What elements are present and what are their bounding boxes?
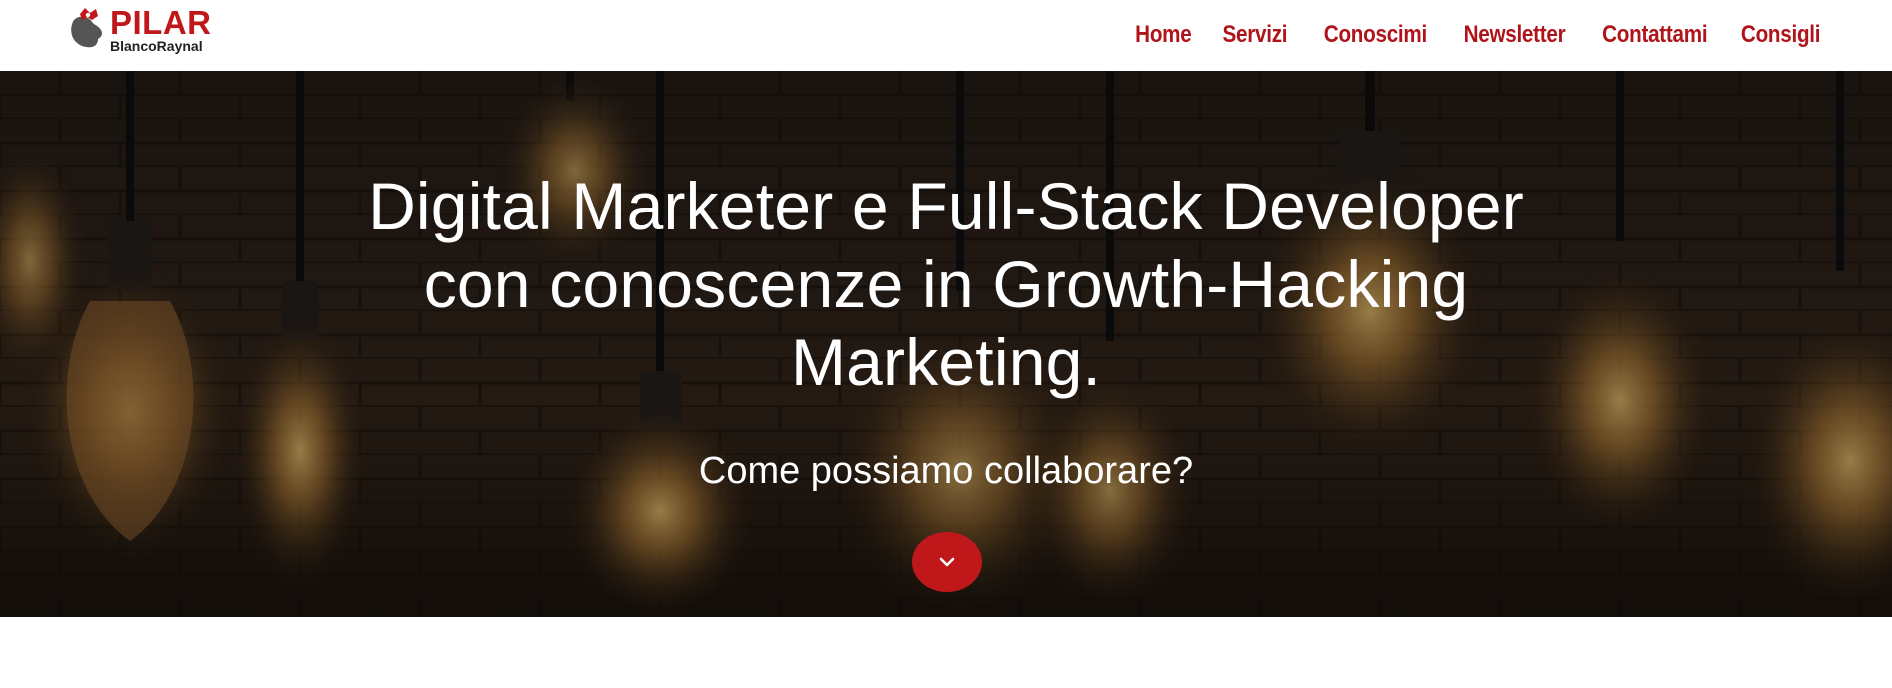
logo-mark-icon [71,8,102,48]
hero-title: Digital Marketer e Full-Stack Developer … [300,167,1592,401]
hero-title-line-1: Digital Marketer e Full-Stack Developer [368,169,1524,243]
main-nav: Home Servizi Conoscimi Newsletter Contat… [1106,19,1820,51]
nav-consigli[interactable]: Consigli [1741,19,1821,51]
logo-wordmark: PILAR [110,4,212,41]
nav-home[interactable]: Home [1135,19,1192,51]
hero-title-line-2: con conoscenze in Growth-Hacking [423,247,1469,321]
hero-title-line-3: Marketing. [790,325,1102,399]
nav-servizi[interactable]: Servizi [1222,19,1287,51]
nav-newsletter[interactable]: Newsletter [1464,19,1566,51]
hero-section: Digital Marketer e Full-Stack Developer … [0,71,1892,617]
page-content-area [0,617,1892,688]
site-logo[interactable]: PILAR BlancoRaynal [68,6,218,54]
scroll-down-button[interactable] [912,532,982,592]
nav-contattami[interactable]: Contattami [1603,19,1708,51]
site-header: PILAR BlancoRaynal Home Servizi Conoscim… [0,0,1892,71]
hero-subtitle: Come possiamo collaborare? [698,450,1194,492]
nav-conoscimi[interactable]: Conoscimi [1324,19,1427,51]
logo-subtitle: BlancoRaynal [110,38,203,54]
chevron-down-icon [939,557,955,567]
